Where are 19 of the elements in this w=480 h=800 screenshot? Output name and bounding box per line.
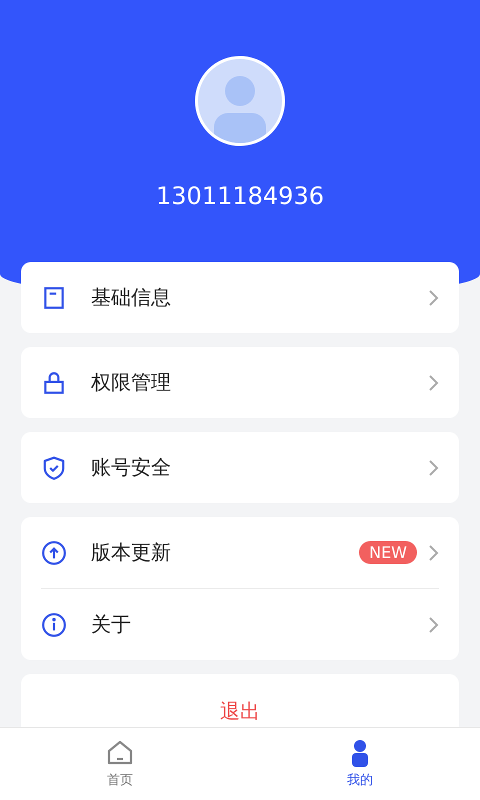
info-icon bbox=[41, 612, 67, 638]
chevron-right-icon[interactable] bbox=[427, 288, 439, 306]
menu-item[interactable]: 关于 bbox=[91, 611, 427, 638]
upload-circle-icon bbox=[41, 540, 67, 566]
shield-check-icon bbox=[41, 454, 67, 480]
menu-item[interactable]: 版本更新 bbox=[91, 539, 360, 566]
chevron-right-icon[interactable] bbox=[427, 458, 439, 476]
chevron-right-icon[interactable] bbox=[427, 616, 439, 634]
menu-item[interactable]: 账号安全 bbox=[91, 454, 427, 481]
logout-button[interactable]: 退出 bbox=[21, 674, 459, 727]
menu-item[interactable]: 权限管理 bbox=[91, 369, 427, 396]
chevron-right-icon[interactable] bbox=[427, 544, 439, 562]
new-badge: NEW bbox=[359, 541, 417, 564]
phone-number: 13011184936 bbox=[156, 182, 324, 210]
menu-item[interactable]: 基础信息 bbox=[91, 284, 427, 311]
tab[interactable]: 我的 bbox=[240, 728, 480, 800]
tab[interactable]: 首页 bbox=[0, 728, 240, 800]
home-icon bbox=[106, 739, 134, 767]
chevron-right-icon[interactable] bbox=[427, 374, 439, 392]
